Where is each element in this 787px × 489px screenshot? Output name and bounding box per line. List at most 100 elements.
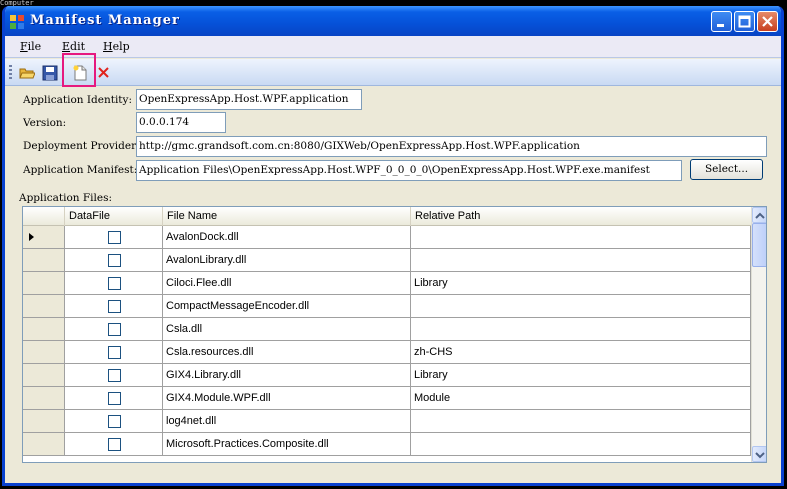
row-header[interactable] [23, 387, 65, 410]
file-name-cell[interactable]: GIX4.Module.WPF.dll [163, 387, 411, 410]
file-name-cell[interactable]: Csla.dll [163, 318, 411, 341]
table-row[interactable]: AvalonDock.dll [23, 226, 751, 249]
datafile-checkbox[interactable] [108, 254, 121, 267]
app-manifest-field[interactable]: Application Files\OpenExpressApp.Host.WP… [136, 160, 682, 181]
column-file-name[interactable]: File Name [163, 207, 411, 226]
row-header[interactable] [23, 410, 65, 433]
row-header[interactable] [23, 272, 65, 295]
minimize-button[interactable] [711, 11, 732, 32]
new-button-highlight [62, 53, 96, 87]
title-bar[interactable]: Manifest Manager [5, 6, 781, 36]
menu-help[interactable]: Help [103, 40, 130, 53]
header-corner [23, 207, 65, 226]
delete-button[interactable] [94, 63, 114, 83]
relative-path-cell[interactable]: Library [411, 272, 751, 295]
datafile-cell[interactable] [65, 226, 163, 249]
table-row[interactable]: Csla.dll [23, 318, 751, 341]
file-name-cell[interactable]: AvalonDock.dll [163, 226, 411, 249]
relative-path-cell[interactable] [411, 433, 751, 456]
table-row[interactable]: GIX4.Library.dll Library [23, 364, 751, 387]
datafile-checkbox[interactable] [108, 438, 121, 451]
datafile-checkbox[interactable] [108, 369, 121, 382]
open-folder-icon [19, 68, 35, 79]
datafile-checkbox[interactable] [108, 346, 121, 359]
relative-path-cell[interactable] [411, 295, 751, 318]
relative-path-cell[interactable] [411, 410, 751, 433]
datafile-cell[interactable] [65, 364, 163, 387]
minimize-icon [717, 24, 724, 27]
datafile-cell[interactable] [65, 433, 163, 456]
datafile-cell[interactable] [65, 341, 163, 364]
close-button[interactable] [757, 11, 778, 32]
menu-file[interactable]: File [20, 40, 41, 53]
file-name-cell[interactable]: log4net.dll [163, 410, 411, 433]
datafile-cell[interactable] [65, 249, 163, 272]
datafile-checkbox[interactable] [108, 277, 121, 290]
datafile-cell[interactable] [65, 410, 163, 433]
row-header[interactable] [23, 249, 65, 272]
file-name-cell[interactable]: Microsoft.Practices.Composite.dll [163, 433, 411, 456]
datafile-cell[interactable] [65, 387, 163, 410]
file-name-cell[interactable]: Ciloci.Flee.dll [163, 272, 411, 295]
datafile-checkbox[interactable] [108, 392, 121, 405]
select-button[interactable]: Select... [690, 159, 763, 180]
row-header[interactable] [23, 226, 65, 249]
file-name-cell[interactable]: CompactMessageEncoder.dll [163, 295, 411, 318]
scroll-down-button[interactable] [752, 446, 766, 462]
datafile-checkbox[interactable] [108, 300, 121, 313]
table-row[interactable]: GIX4.Module.WPF.dll Module [23, 387, 751, 410]
menu-edit[interactable]: Edit [62, 40, 85, 53]
scroll-up-button[interactable] [752, 207, 766, 223]
chevron-down-icon [755, 452, 765, 459]
menu-bar: File Edit Help [5, 36, 781, 58]
relative-path-cell[interactable]: zh-CHS [411, 341, 751, 364]
grid-header: DataFile File Name Relative Path [23, 207, 751, 226]
table-row[interactable]: Ciloci.Flee.dll Library [23, 272, 751, 295]
datafile-checkbox[interactable] [108, 323, 121, 336]
app-identity-label: Application Identity: [23, 94, 132, 106]
vertical-scrollbar[interactable] [751, 207, 766, 462]
datafile-cell[interactable] [65, 272, 163, 295]
current-row-icon [29, 233, 34, 241]
open-button[interactable] [17, 63, 37, 83]
table-row[interactable]: CompactMessageEncoder.dll [23, 295, 751, 318]
relative-path-cell[interactable] [411, 318, 751, 341]
table-row[interactable]: AvalonLibrary.dll [23, 249, 751, 272]
app-identity-field[interactable]: OpenExpressApp.Host.WPF.application [136, 89, 362, 110]
row-header[interactable] [23, 364, 65, 387]
relative-path-cell[interactable] [411, 226, 751, 249]
save-button[interactable] [40, 63, 60, 83]
menu-help-rest: elp [112, 40, 130, 53]
column-datafile[interactable]: DataFile [65, 207, 163, 226]
relative-path-cell[interactable]: Library [411, 364, 751, 387]
scroll-thumb[interactable] [752, 223, 766, 267]
window-title: Manifest Manager [30, 13, 180, 28]
file-name-cell[interactable]: Csla.resources.dll [163, 341, 411, 364]
datafile-cell[interactable] [65, 295, 163, 318]
datafile-checkbox[interactable] [108, 231, 121, 244]
menu-file-rest: ile [27, 40, 42, 53]
file-name-cell[interactable]: GIX4.Library.dll [163, 364, 411, 387]
file-name-cell[interactable]: AvalonLibrary.dll [163, 249, 411, 272]
row-header[interactable] [23, 341, 65, 364]
application-files-grid: DataFile File Name Relative Path AvalonD… [22, 206, 767, 463]
version-field[interactable]: 0.0.0.174 [136, 112, 226, 133]
table-row[interactable]: log4net.dll [23, 410, 751, 433]
manifest-manager-window: Manifest Manager File Edit Help Applicat… [2, 6, 784, 486]
datafile-checkbox[interactable] [108, 415, 121, 428]
toolbar-grip[interactable] [9, 65, 12, 80]
relative-path-cell[interactable]: Module [411, 387, 751, 410]
table-row[interactable]: Microsoft.Practices.Composite.dll [23, 433, 751, 456]
row-header[interactable] [23, 318, 65, 341]
toolbar [5, 59, 781, 86]
row-header[interactable] [23, 433, 65, 456]
relative-path-cell[interactable] [411, 249, 751, 272]
deployment-provider-field[interactable]: http://gmc.grandsoft.com.cn:8080/GIXWeb/… [136, 136, 767, 157]
row-header[interactable] [23, 295, 65, 318]
maximize-button[interactable] [734, 11, 755, 32]
deployment-provider-label: Deployment Provider: [23, 140, 137, 152]
chevron-up-icon [755, 212, 765, 219]
table-row[interactable]: Csla.resources.dll zh-CHS [23, 341, 751, 364]
column-relative-path[interactable]: Relative Path [411, 207, 751, 226]
datafile-cell[interactable] [65, 318, 163, 341]
